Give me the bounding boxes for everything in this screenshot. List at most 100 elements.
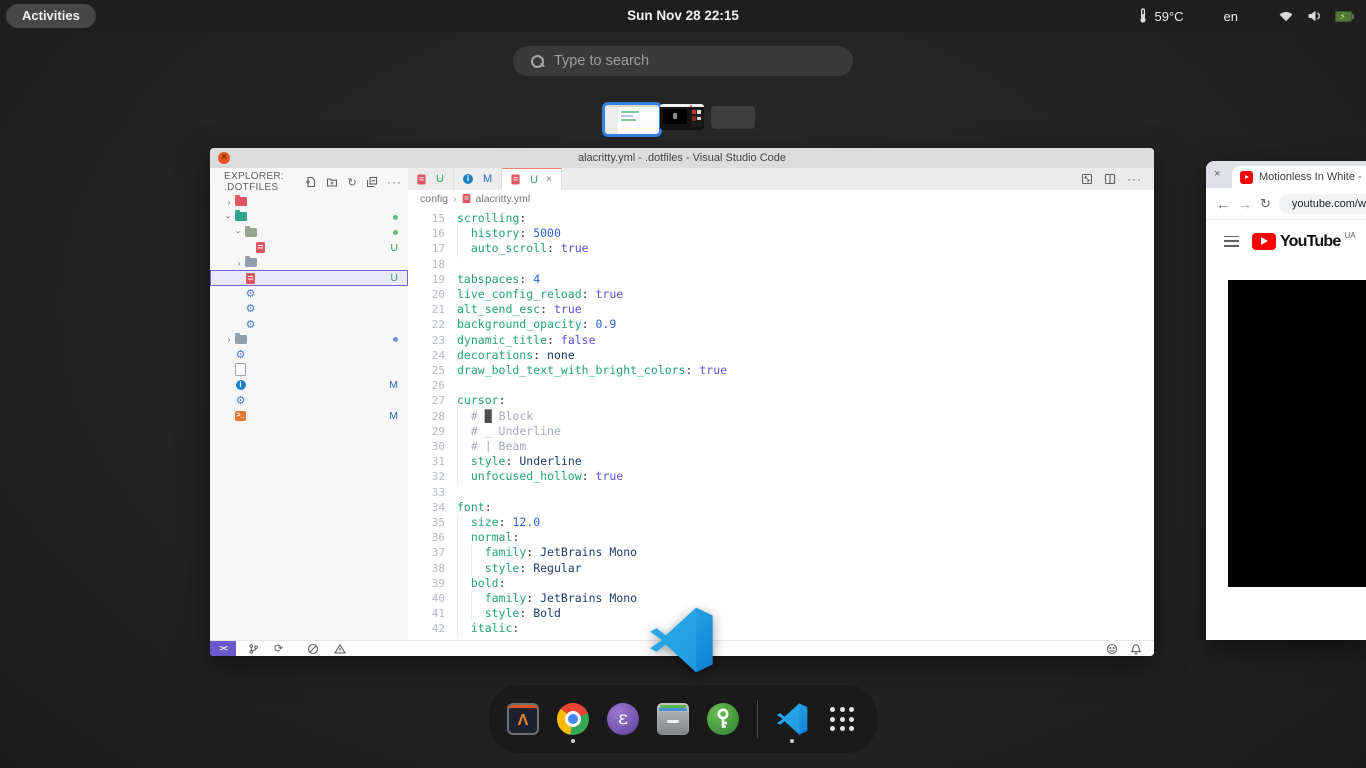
forward-icon[interactable]: → (1238, 196, 1252, 212)
line-number: 19 (408, 272, 445, 287)
tree-item-alacritty-yml[interactable]: U (210, 270, 408, 285)
chevron-down-icon: › (224, 212, 234, 222)
terminal-icon: >_ (235, 411, 246, 421)
keyboard-layout-indicator[interactable]: en (1224, 9, 1238, 24)
gear-icon: ⚙ (246, 303, 256, 314)
back-icon[interactable]: ← (1216, 196, 1230, 212)
battery-charging-icon: ⚡ (1335, 11, 1352, 22)
breadcrumb-file[interactable]: alacritty.yml (476, 193, 531, 205)
yaml-file-icon (462, 194, 470, 203)
dock-files-icon[interactable] (657, 703, 689, 735)
workspace-thumbnail-2[interactable] (660, 104, 704, 130)
chrome-active-tab[interactable]: Motionless In White - (1232, 166, 1366, 188)
line-number: 30 (408, 439, 445, 454)
breadcrumb-folder[interactable]: config (420, 193, 448, 205)
line-number: 38 (408, 561, 445, 576)
tree-item-README-md[interactable]: iM (210, 378, 408, 393)
tree-item-rcrc[interactable] (210, 362, 408, 377)
dock-vscode-icon[interactable] (776, 703, 808, 735)
vscode-title-bar[interactable]: × alacritty.yml - .dotfiles - Visual Stu… (210, 148, 1154, 169)
warning-icon[interactable] (334, 643, 346, 655)
code-editor[interactable]: 15scrolling:16 history: 500017 auto_scro… (408, 207, 1154, 641)
volume-icon (1307, 10, 1322, 22)
menu-icon[interactable] (1224, 236, 1239, 247)
line-number: 18 (408, 257, 445, 272)
tree-item-tmux-conf[interactable]: ⚙ (210, 393, 408, 408)
more-icon[interactable]: ··· (387, 175, 402, 189)
breadcrumb[interactable]: config › alacritty.yml (408, 190, 1154, 207)
file-tree: ›››U›U⚙⚙⚙›⚙iM⚙>_M (210, 194, 408, 423)
collapse-all-icon[interactable] (366, 176, 378, 188)
editor-tab-README-md[interactable]: iM (454, 168, 502, 190)
tree-item-gh[interactable]: › (210, 225, 408, 240)
youtube-region-label: UA (1344, 231, 1355, 240)
video-player[interactable] (1228, 280, 1366, 587)
tab-close-icon[interactable]: × (1214, 168, 1220, 180)
remote-icon[interactable]: >< (210, 641, 236, 656)
search-input[interactable]: Type to search (513, 46, 853, 76)
status-bell-icon[interactable] (1130, 643, 1142, 655)
new-file-icon[interactable] (305, 176, 317, 188)
youtube-logo[interactable]: YouTube UA (1252, 233, 1356, 250)
status-sync-icon[interactable]: ⟳ (274, 642, 283, 655)
line-number: 35 (408, 515, 445, 530)
dock-emacs-icon[interactable]: ε (607, 703, 639, 735)
chrome-toolbar: ← → ↻ youtube.com/wa (1206, 188, 1366, 220)
open-changes-icon[interactable] (1081, 173, 1093, 185)
line-number: 25 (408, 363, 445, 378)
status-0[interactable] (307, 643, 322, 655)
tree-item-config-yml[interactable]: U (210, 240, 408, 255)
bell-icon[interactable] (1130, 643, 1142, 655)
tree-item-redshift-conf[interactable]: ⚙ (210, 301, 408, 316)
yaml-file-icon (512, 175, 520, 185)
yaml-file-icon (246, 273, 255, 284)
git-branch-icon[interactable] (248, 643, 259, 655)
folder-icon (235, 335, 247, 344)
workspace-thumbnail-active[interactable] (602, 102, 662, 137)
status-remote-icon[interactable]: >< (210, 641, 236, 656)
vscode-window: × alacritty.yml - .dotfiles - Visual Stu… (210, 148, 1154, 656)
dock-keepass-icon[interactable] (707, 703, 739, 735)
more-icon[interactable]: ··· (1127, 172, 1142, 186)
dirty-badge: M (483, 173, 492, 185)
line-number: 27 (408, 393, 445, 408)
search-icon (531, 55, 544, 68)
dock-alacritty-icon[interactable]: Λ (507, 703, 539, 735)
editor-tab-alacritty-yml[interactable]: U× (502, 168, 562, 190)
tree-item-starship-toml[interactable]: ⚙ (210, 316, 408, 331)
wifi-icon (1278, 10, 1294, 22)
status-10[interactable] (334, 643, 349, 655)
tree-item-gitconfig[interactable]: ⚙ (210, 347, 408, 362)
editor-tab-config-yml[interactable]: U (408, 168, 454, 190)
line-number: 41 (408, 606, 445, 621)
status-master-rebasing-[interactable] (248, 643, 262, 655)
vscode-logo-icon (648, 607, 714, 673)
dirty-badge: U (436, 173, 444, 185)
system-tray[interactable]: 59°C en ⚡ (1138, 0, 1352, 32)
gnome-top-bar: Activities Sun Nov 28 22:15 59°C en ⚡ (0, 0, 1366, 32)
error-icon[interactable] (307, 643, 319, 655)
tree-item-kitty[interactable]: › (210, 255, 408, 270)
status-feedback-icon[interactable] (1106, 643, 1118, 655)
address-bar[interactable]: youtube.com/wa (1279, 194, 1366, 214)
refresh-icon[interactable]: ↻ (347, 176, 357, 189)
line-number: 17 (408, 241, 445, 256)
tree-item-vscode[interactable]: › (210, 332, 408, 347)
dock-chrome-icon[interactable] (557, 703, 589, 735)
line-number: 15 (408, 211, 445, 226)
new-folder-icon[interactable] (326, 176, 338, 188)
info-icon: i (463, 174, 473, 184)
tree-item-zshrc[interactable]: >_M (210, 408, 408, 423)
feedback-icon[interactable] (1106, 643, 1118, 655)
tree-item-config[interactable]: › (210, 209, 408, 224)
tree-item-bin[interactable]: › (210, 194, 408, 209)
chrome-tab-strip: × Motionless In White - (1206, 161, 1366, 188)
close-tab-icon[interactable]: × (546, 174, 552, 185)
workspace-thumbnail-empty[interactable] (711, 106, 755, 129)
dock-app-grid-icon[interactable] (826, 703, 858, 735)
sync-icon[interactable]: ⟳ (274, 642, 283, 655)
reload-icon[interactable]: ↻ (1260, 196, 1271, 212)
tree-item-picom-conf[interactable]: ⚙ (210, 286, 408, 301)
split-editor-icon[interactable] (1104, 173, 1116, 185)
git-status-badge: U (390, 272, 398, 284)
